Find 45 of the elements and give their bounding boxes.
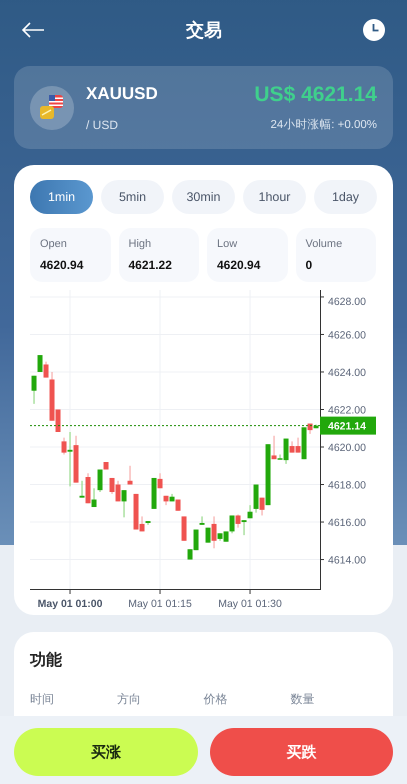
y-axis-label: 4614.00 xyxy=(328,554,366,567)
back-arrow-icon[interactable] xyxy=(21,22,45,38)
interval-tab[interactable]: 5min xyxy=(101,180,164,214)
stat-label: Open xyxy=(40,238,68,250)
interval-tab[interactable]: 1min xyxy=(30,180,93,214)
currency-pair-icon xyxy=(30,86,74,130)
section-title: 功能 xyxy=(30,650,63,671)
stat-value: 0 xyxy=(306,258,314,272)
trade-button[interactable]: 买涨 xyxy=(14,728,198,776)
trade-button[interactable]: 买跌 xyxy=(210,728,393,776)
last-price-value: 4621.14 xyxy=(328,420,366,433)
change-label: 24小时涨幅: +0.00% xyxy=(270,118,377,132)
y-axis-label: 4622.00 xyxy=(328,404,366,416)
x-axis-label: May 01 01:15 xyxy=(128,598,192,610)
y-axis-label: 4618.00 xyxy=(328,480,366,492)
stat-value: 4620.94 xyxy=(217,258,262,272)
interval-tab[interactable]: 1hour xyxy=(243,180,306,214)
column-header: 价格 xyxy=(204,691,228,708)
stat-label: Volume xyxy=(306,238,344,250)
candle xyxy=(32,375,37,404)
y-axis-label: 4620.00 xyxy=(328,442,366,454)
y-axis-label: 4616.00 xyxy=(328,517,366,530)
column-header: 数量 xyxy=(290,691,316,708)
clock-icon[interactable] xyxy=(363,19,385,41)
column-header: 时间 xyxy=(30,691,55,708)
page-title: 交易 xyxy=(186,19,222,42)
candle xyxy=(182,516,187,542)
asset-symbol: XAUUSD xyxy=(86,84,159,104)
candle xyxy=(200,516,205,526)
x-axis-label: May 01 01:00 xyxy=(38,598,102,610)
interval-tab[interactable]: 30min xyxy=(172,180,235,214)
quote-currency: / USD xyxy=(86,118,120,132)
y-axis-label: 4628.00 xyxy=(328,296,366,308)
stat-value: 4620.94 xyxy=(40,258,84,272)
last-price-tag xyxy=(320,416,376,435)
x-axis-label: May 01 01:30 xyxy=(218,598,282,610)
stat-label: Low xyxy=(217,238,238,250)
stat-value: 4621.22 xyxy=(128,258,173,272)
y-axis-label: 4626.00 xyxy=(328,329,366,342)
asset-price: US$ 4621.14 xyxy=(254,83,377,107)
candle xyxy=(128,465,133,486)
y-axis-label: 4624.00 xyxy=(328,366,366,379)
column-header: 方向 xyxy=(116,691,142,708)
interval-tab[interactable]: 1day xyxy=(314,180,377,214)
stat-label: High xyxy=(128,238,152,250)
